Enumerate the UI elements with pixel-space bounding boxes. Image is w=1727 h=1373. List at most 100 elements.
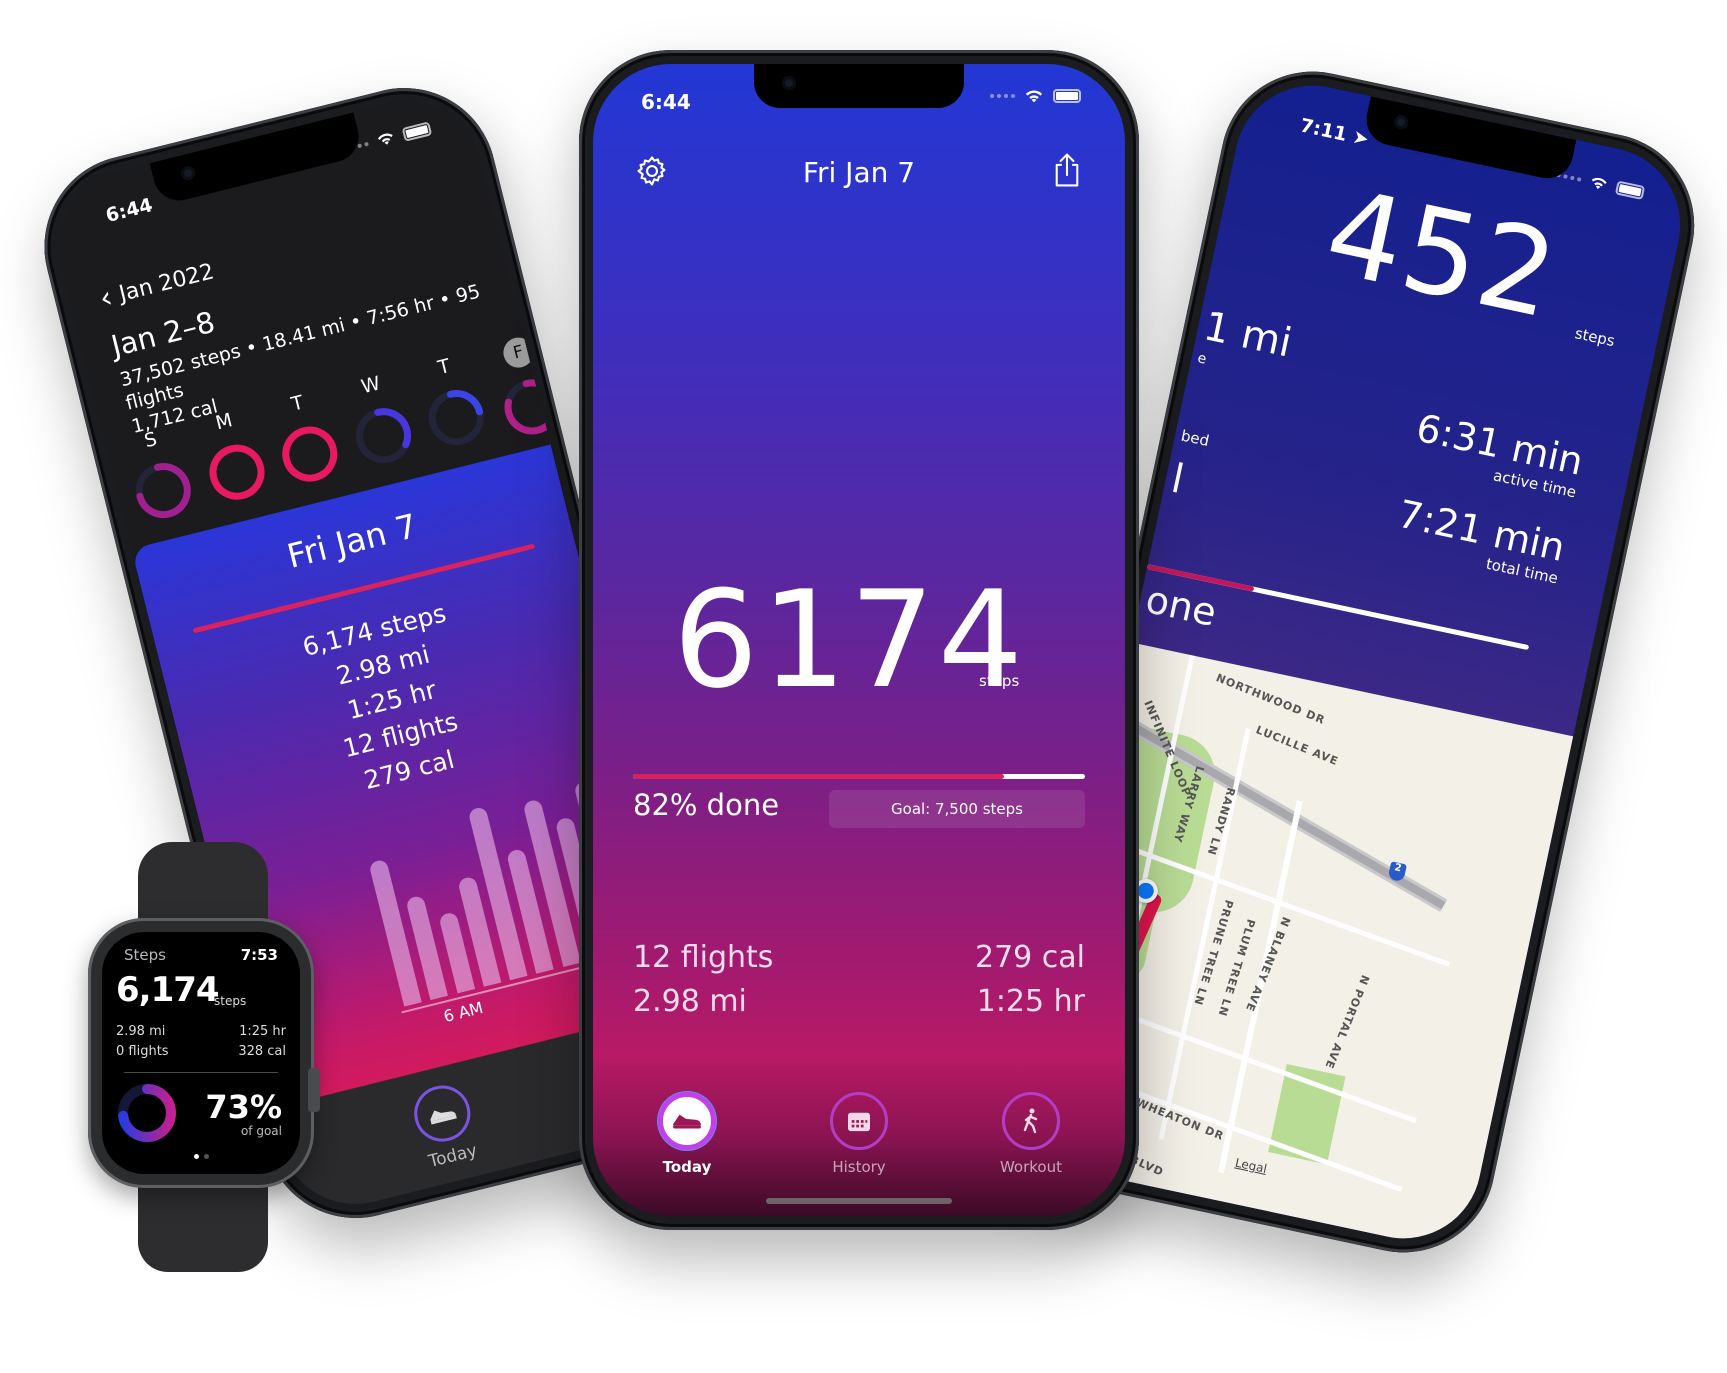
street-label: N PORTAL AVE [1322,973,1372,1071]
workout-distance: 1 mi [1199,303,1296,367]
apple-watch: Steps 7:53 6,174 steps 2.98 mi 1:25 hr 0… [88,842,320,1272]
workout-progress-label: one [1141,577,1221,635]
day-label: F [500,334,537,371]
marketing-stage: 6:44 ‹ Jan 2022 Jan 2–8 37,502 steps • 1… [0,0,1727,1373]
ring-track [135,463,191,519]
battery-icon [1053,89,1081,103]
distance-metric: 2.98 mi [633,984,747,1019]
walking-person-icon [1023,1108,1038,1134]
status-icons [990,88,1081,104]
wifi-icon [377,133,393,145]
day-progress-ring [355,408,411,464]
calendar-icon [848,1112,870,1132]
day-ring-item[interactable]: W [338,367,424,484]
day-ring-item[interactable]: S [118,422,204,539]
ring-progress [504,379,560,435]
tab-icon-ring [658,1092,716,1150]
ring-progress [209,444,265,500]
day-label: S [142,428,160,453]
day-progress-ring [282,426,338,482]
tab-history[interactable]: History [799,1092,919,1176]
day-ring-item[interactable]: T [411,349,497,466]
ring-progress [429,389,485,445]
chevron-left-icon: ‹ [95,279,116,317]
front-camera [179,164,197,182]
watch-page-indicator [102,1154,300,1159]
notch [149,112,365,206]
goal-progress-fill [633,774,1004,779]
front-camera [1392,113,1410,131]
workout-steps: 452 [1314,162,1570,346]
tab-label: History [832,1158,886,1176]
watch-goal-percent: 73% [205,1088,282,1126]
day-ring-item[interactable]: F [485,331,571,448]
sneaker-icon [430,1110,457,1125]
tab-icon-ring [408,1079,477,1148]
watch-duration: 1:25 hr [239,1024,286,1039]
back-button[interactable]: ‹ Jan 2022 [95,259,217,317]
battery-icon [1614,180,1646,200]
goal-progress-bar [633,774,1085,779]
day-progress-ring [135,463,191,519]
watch-step-unit: steps [214,994,247,1008]
day-ring-item[interactable]: M [191,404,277,521]
ring-track [209,444,265,500]
watch-app-title: Steps [124,946,166,964]
day-progress-ring [429,389,485,445]
street-label: LUCILLE AVE [1254,723,1341,769]
ring-track [355,408,411,464]
home-indicator[interactable] [766,1198,952,1204]
workout-calories: l [1167,455,1188,504]
climbed-label: bed [1179,426,1211,450]
tab-icon-ring [1002,1092,1060,1150]
step-count-unit: steps [979,672,1020,690]
day-ring-item[interactable]: T [265,385,351,502]
ring-track [429,389,485,445]
share-icon[interactable] [1051,152,1083,188]
street-label: NORTHWOOD DR [1214,671,1328,728]
nav-bar: Fri Jan 7 [593,152,1125,192]
day-label: T [435,354,453,380]
tab-label: Workout [999,1158,1062,1176]
battery-icon [401,120,433,142]
tab-label: Today [426,1140,480,1172]
status-time: 6:44 [641,90,691,114]
digital-crown[interactable] [308,1068,320,1112]
workout-distance-label: e [1196,350,1208,368]
today-phone: 6:44 Fri Jan 7 6174 steps 82% done Goal:… [579,50,1139,1230]
map-legal-link[interactable]: Legal [1234,1156,1268,1176]
total-time-block: 7:21 min total time [1390,492,1569,588]
watch-goal-label: of goal [240,1124,282,1138]
tab-workout[interactable]: Workout [971,1092,1091,1176]
watch-time: 7:53 [240,946,278,964]
day-progress-ring [504,379,560,435]
ring-track [282,426,338,482]
watch-metric-row: 2.98 mi 1:25 hr [116,1024,286,1039]
step-count: 6174 [673,562,1027,718]
signal-icon [990,94,1015,98]
watch-screen: Steps 7:53 6,174 steps 2.98 mi 1:25 hr 0… [102,932,300,1174]
status-time: 7:11 ➤ [1298,115,1371,151]
tick-label: 6 AM [441,997,486,1027]
today-screen: 6:44 Fri Jan 7 6174 steps 82% done Goal:… [593,64,1125,1216]
watch-calories: 328 cal [238,1044,286,1059]
page-dot [203,1154,209,1159]
goal-button[interactable]: Goal: 7,500 steps [829,790,1085,828]
sneaker-icon [673,1114,701,1129]
page-title: Fri Jan 7 [802,156,916,189]
notch [754,64,964,108]
tab-today[interactable]: Today [627,1092,747,1176]
front-camera [782,76,796,90]
watch-divider [124,1072,278,1073]
status-icons [1555,167,1646,200]
ring-progress [282,426,338,482]
watch-flights: 0 flights [116,1044,169,1059]
duration-metric: 1:25 hr [976,984,1085,1019]
tab-icon-ring [830,1092,888,1150]
tab-today[interactable]: Today [392,1076,499,1177]
ring-progress [355,408,411,464]
progress-label: 82% done [633,788,780,822]
watch-metric-row: 0 flights 328 cal [116,1044,286,1059]
watch-distance: 2.98 mi [116,1024,166,1039]
page-dot [193,1154,199,1159]
